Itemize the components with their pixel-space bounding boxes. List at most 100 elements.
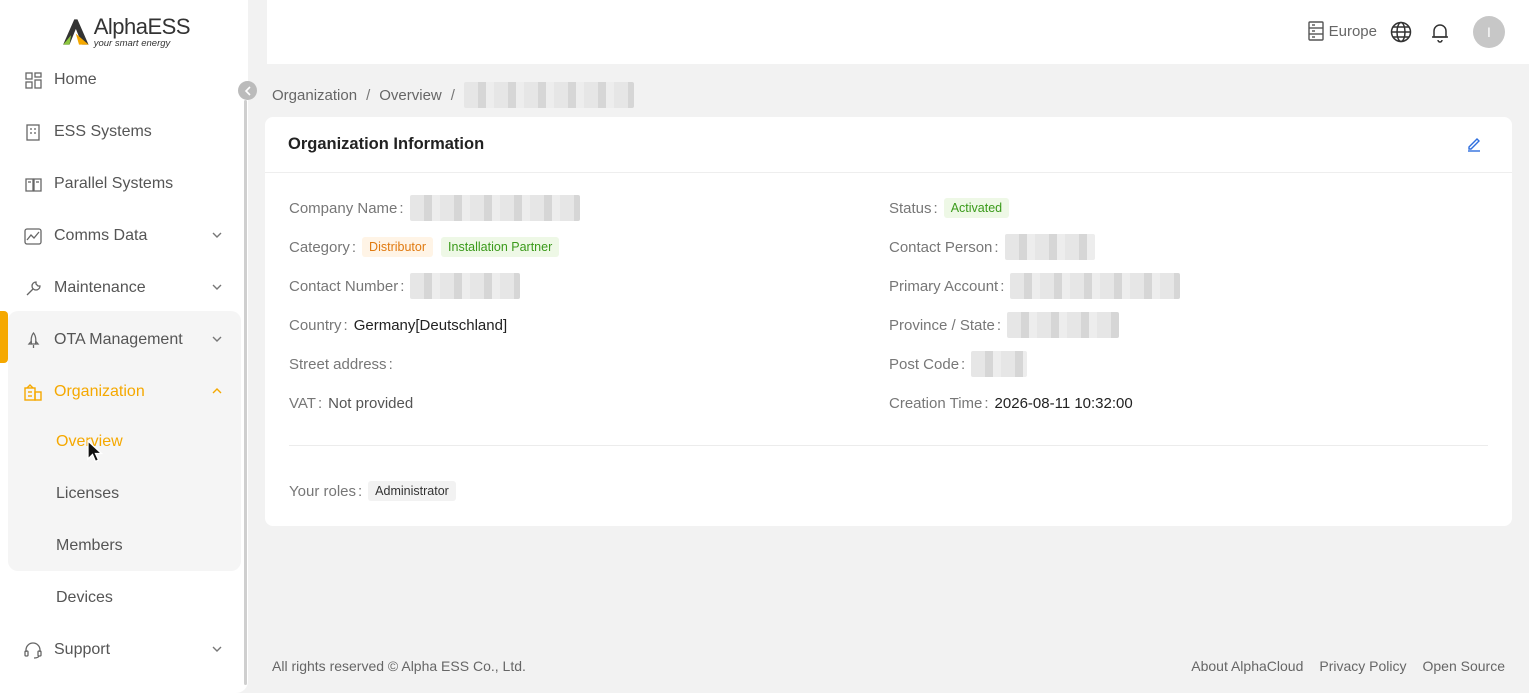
sidebar-item-label: Parallel Systems	[54, 175, 174, 192]
category-field: Category: Distributor Installation Partn…	[289, 234, 567, 260]
vat-value: Not provided	[328, 394, 414, 412]
roles-label: Your roles	[289, 482, 356, 500]
sidebar-subitem-devices[interactable]: Devices	[56, 572, 113, 624]
sidebar-item-maintenance[interactable]: Maintenance	[0, 262, 240, 314]
redacted-value	[1010, 273, 1181, 299]
chevron-down-icon	[212, 232, 222, 238]
sidebar-item-label: Maintenance	[54, 279, 146, 296]
sidebar-item-label: ESS Systems	[54, 123, 152, 140]
sidebar-item-ota-management[interactable]: OTA Management	[0, 314, 240, 366]
redacted-value	[971, 351, 1028, 377]
region-selector[interactable]: Europe	[1307, 21, 1377, 41]
role-tag-administrator: Administrator	[368, 481, 456, 501]
footer-copyright: All rights reserved © Alpha ESS Co., Ltd…	[272, 658, 526, 674]
sidebar-item-label: Organization	[54, 383, 145, 400]
creation-time-field: Creation Time: 2026-08-11 10:32:00	[889, 394, 1133, 412]
chevron-down-icon	[212, 336, 222, 342]
sidebar-item-comms-data[interactable]: Comms Data	[0, 210, 240, 262]
headset-icon	[24, 641, 42, 659]
user-avatar[interactable]: I	[1473, 16, 1505, 48]
organization-icon	[24, 383, 42, 401]
organization-info-card: Organization Information Company Name: C…	[265, 117, 1512, 526]
province-field: Province / State:	[889, 312, 1120, 338]
sidebar: AlphaESS your smart energy Home ESS Syst…	[0, 0, 248, 693]
redacted-value	[410, 273, 521, 299]
logo-mark-icon	[63, 19, 89, 45]
contact-person-label: Contact Person	[889, 238, 993, 256]
sidebar-item-ess-systems[interactable]: ESS Systems	[0, 106, 240, 158]
post-code-field: Post Code:	[889, 351, 1028, 377]
collapse-sidebar-button[interactable]	[238, 81, 257, 100]
primary-account-field: Primary Account:	[889, 273, 1181, 299]
contact-number-label: Contact Number	[289, 277, 399, 295]
sidebar-item-label: Home	[54, 71, 97, 88]
status-field: Status: Activated	[889, 195, 1017, 221]
sidebar-subitem-members[interactable]: Members	[56, 520, 123, 572]
wrench-icon	[24, 279, 42, 297]
rocket-icon	[24, 331, 42, 349]
building-icon	[24, 123, 42, 141]
sidebar-item-label: Comms Data	[54, 227, 148, 244]
chevron-down-icon	[212, 284, 222, 290]
breadcrumb: Organization / Overview /	[272, 82, 634, 108]
card-header: Organization Information	[265, 117, 1512, 173]
creation-time-value: 2026-08-11 10:32:00	[994, 394, 1133, 412]
vat-label: VAT	[289, 394, 316, 412]
sidebar-item-label: OTA Management	[54, 331, 183, 348]
redacted-value	[1007, 312, 1120, 338]
status-label: Status	[889, 199, 932, 217]
card-divider	[289, 445, 1488, 446]
server-icon	[1307, 21, 1324, 41]
alphaess-logo[interactable]: AlphaESS your smart energy	[60, 12, 191, 52]
breadcrumb-separator: /	[366, 86, 371, 104]
country-value: Germany[Deutschland]	[353, 316, 508, 334]
breadcrumb-separator: /	[450, 86, 455, 104]
company-name-field: Company Name:	[289, 195, 580, 221]
roles-field: Your roles: Administrator	[289, 478, 464, 504]
notifications-button[interactable]	[1428, 20, 1452, 44]
company-name-label: Company Name	[289, 199, 398, 217]
redacted-company-name	[463, 82, 634, 108]
street-address-field: Street address:	[289, 355, 393, 373]
category-tag-distributor: Distributor	[362, 237, 434, 257]
primary-account-label: Primary Account	[889, 277, 999, 295]
language-button[interactable]	[1389, 20, 1413, 44]
country-field: Country: Germany[Deutschland]	[289, 316, 508, 334]
edit-icon[interactable]	[1466, 136, 1482, 152]
logo-brand-text: AlphaESS	[93, 13, 191, 39]
chevron-up-icon	[212, 388, 222, 394]
sidebar-item-parallel-systems[interactable]: Parallel Systems	[0, 158, 240, 210]
category-tag-installation-partner: Installation Partner	[441, 237, 560, 257]
footer-link-about[interactable]: About AlphaCloud	[1191, 658, 1303, 674]
status-badge: Activated	[943, 198, 1010, 218]
mouse-cursor-icon	[87, 440, 104, 463]
post-code-label: Post Code	[889, 355, 960, 373]
footer-link-privacy[interactable]: Privacy Policy	[1319, 658, 1406, 674]
top-header: Europe I	[267, 0, 1529, 64]
sidebar-item-support[interactable]: Support	[0, 624, 240, 676]
creation-time-label: Creation Time	[889, 394, 983, 412]
redacted-value	[409, 195, 580, 221]
region-label: Europe	[1328, 22, 1377, 40]
dashboard-icon	[24, 71, 42, 89]
card-title: Organization Information	[288, 135, 485, 153]
sidebar-scrollbar[interactable]	[244, 100, 247, 685]
chevron-left-icon	[244, 85, 251, 96]
chevron-down-icon	[212, 646, 222, 652]
bell-icon	[1432, 24, 1448, 43]
breadcrumb-organization[interactable]: Organization	[272, 87, 357, 104]
footer-link-open-source[interactable]: Open Source	[1423, 658, 1506, 674]
contact-number-field: Contact Number:	[289, 273, 521, 299]
chart-icon	[24, 227, 42, 245]
sidebar-item-organization[interactable]: Organization	[0, 366, 240, 418]
contact-person-field: Contact Person:	[889, 234, 1095, 260]
country-label: Country	[289, 316, 342, 334]
book-icon	[24, 175, 42, 193]
globe-icon	[1390, 21, 1412, 43]
sidebar-subitem-licenses[interactable]: Licenses	[56, 468, 119, 520]
category-label: Category	[289, 238, 350, 256]
street-address-label: Street address	[289, 355, 387, 373]
breadcrumb-overview[interactable]: Overview	[379, 87, 442, 104]
footer-links: About AlphaCloud Privacy Policy Open Sou…	[1175, 658, 1505, 674]
sidebar-item-home[interactable]: Home	[0, 54, 240, 106]
